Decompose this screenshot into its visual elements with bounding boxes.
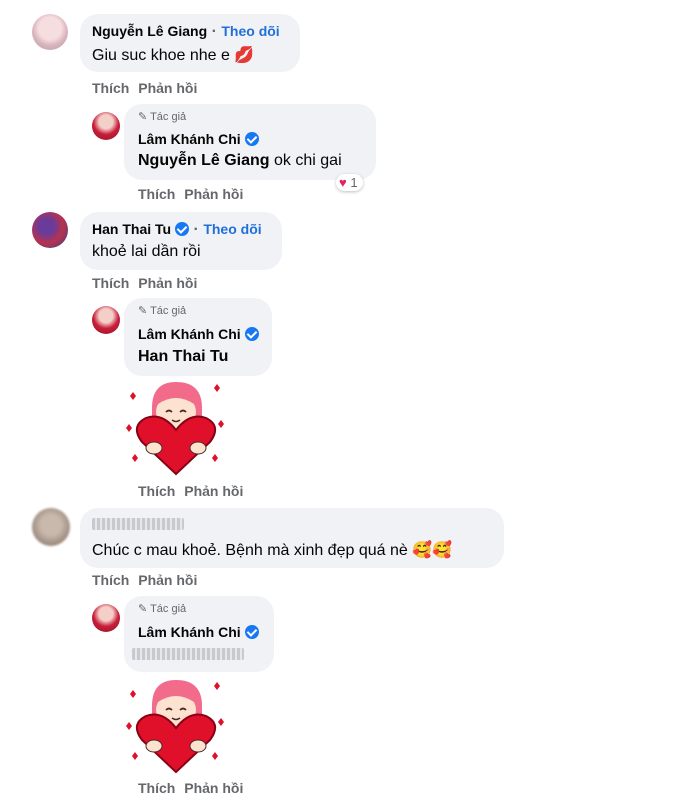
- follow-button[interactable]: Theo dõi: [221, 23, 279, 39]
- like-button[interactable]: Thích: [92, 572, 129, 588]
- reply-author[interactable]: Lâm Khánh Chi: [138, 131, 241, 147]
- like-button[interactable]: Thích: [138, 780, 175, 796]
- verified-icon: [244, 327, 259, 341]
- reply-button[interactable]: Phản hồi: [138, 80, 197, 96]
- avatar[interactable]: [32, 212, 68, 248]
- like-button[interactable]: Thích: [138, 186, 175, 202]
- verified-icon: [175, 222, 190, 236]
- follow-button[interactable]: Theo dõi: [203, 221, 261, 237]
- mention-link[interactable]: Han Thai Tu: [138, 348, 228, 365]
- avatar[interactable]: [32, 508, 70, 546]
- comment-actions: Thích Phản hồi: [92, 275, 202, 291]
- reply-actions: Thích Phản hồi: [138, 780, 248, 796]
- mention-link[interactable]: Nguyễn Lê Giang: [138, 152, 270, 169]
- avatar[interactable]: [32, 14, 68, 50]
- pencil-icon: ✎: [138, 305, 148, 317]
- reaction-badge[interactable]: ♥ 1: [336, 174, 363, 191]
- comment-text: Chúc c mau khoẻ. Bệnh mà xinh đẹp quá nè: [92, 542, 408, 559]
- author-avatar[interactable]: [92, 604, 120, 632]
- heart-girl-sticker: [122, 676, 226, 776]
- reply-button[interactable]: Phản hồi: [184, 186, 243, 202]
- comment-bubble: Nguyễn Lê Giang · Theo dõi Giu suc khoe …: [80, 14, 300, 72]
- like-button[interactable]: Thích: [92, 80, 129, 96]
- kiss-emoji: 💋: [234, 47, 255, 64]
- comment-bubble: Han Thai Tu · Theo dõi khoẻ lai dần rồi: [80, 212, 282, 270]
- hidden-mention: [132, 648, 244, 660]
- reply-button[interactable]: Phản hồi: [184, 780, 243, 796]
- reply-actions: Thích Phản hồi: [138, 186, 248, 202]
- comment-author[interactable]: Han Thai Tu: [92, 221, 171, 237]
- reply-button[interactable]: Phản hồi: [138, 572, 197, 588]
- reply-button[interactable]: Phản hồi: [138, 275, 197, 291]
- author-tag: Tác giả: [150, 111, 187, 123]
- reply-bubble: ✎ Tác giả Lâm Khánh Chi: [124, 596, 274, 672]
- reply-bubble: ✎ Tác giả Lâm Khánh Chi Nguyễn Lê Giang …: [124, 104, 376, 180]
- comment-actions: Thích Phản hồi: [92, 80, 202, 96]
- comment-actions: Thích Phản hồi: [92, 572, 202, 588]
- author-avatar[interactable]: [92, 306, 120, 334]
- pencil-icon: ✎: [138, 111, 148, 123]
- verified-icon: [244, 132, 259, 146]
- heart-icon: ♥: [339, 175, 347, 190]
- like-button[interactable]: Thích: [138, 483, 175, 499]
- reply-actions: Thích Phản hồi: [138, 483, 248, 499]
- reaction-count: 1: [350, 175, 358, 190]
- comment-text: khoẻ lai dần rồi: [92, 243, 201, 260]
- like-button[interactable]: Thích: [92, 275, 129, 291]
- heart-girl-sticker: [122, 378, 226, 478]
- reply-button[interactable]: Phản hồi: [184, 483, 243, 499]
- author-avatar[interactable]: [92, 112, 120, 140]
- comment-text: Giu suc khoe nhe e: [92, 47, 230, 64]
- pencil-icon: ✎: [138, 603, 148, 615]
- smiling-hearts-emoji: 🥰🥰: [412, 542, 453, 559]
- verified-icon: [244, 625, 259, 639]
- comment-bubble: Chúc c mau khoẻ. Bệnh mà xinh đẹp quá nè…: [80, 508, 504, 568]
- author-tag: Tác giả: [150, 603, 187, 615]
- reply-author[interactable]: Lâm Khánh Chi: [138, 326, 241, 342]
- reply-author[interactable]: Lâm Khánh Chi: [138, 624, 241, 640]
- hidden-author: [92, 518, 184, 530]
- reply-text: ok chi gai: [274, 152, 342, 169]
- comment-author[interactable]: Nguyễn Lê Giang: [92, 23, 207, 39]
- author-tag: Tác giả: [150, 305, 187, 317]
- reply-bubble: ✎ Tác giả Lâm Khánh Chi Han Thai Tu: [124, 298, 272, 376]
